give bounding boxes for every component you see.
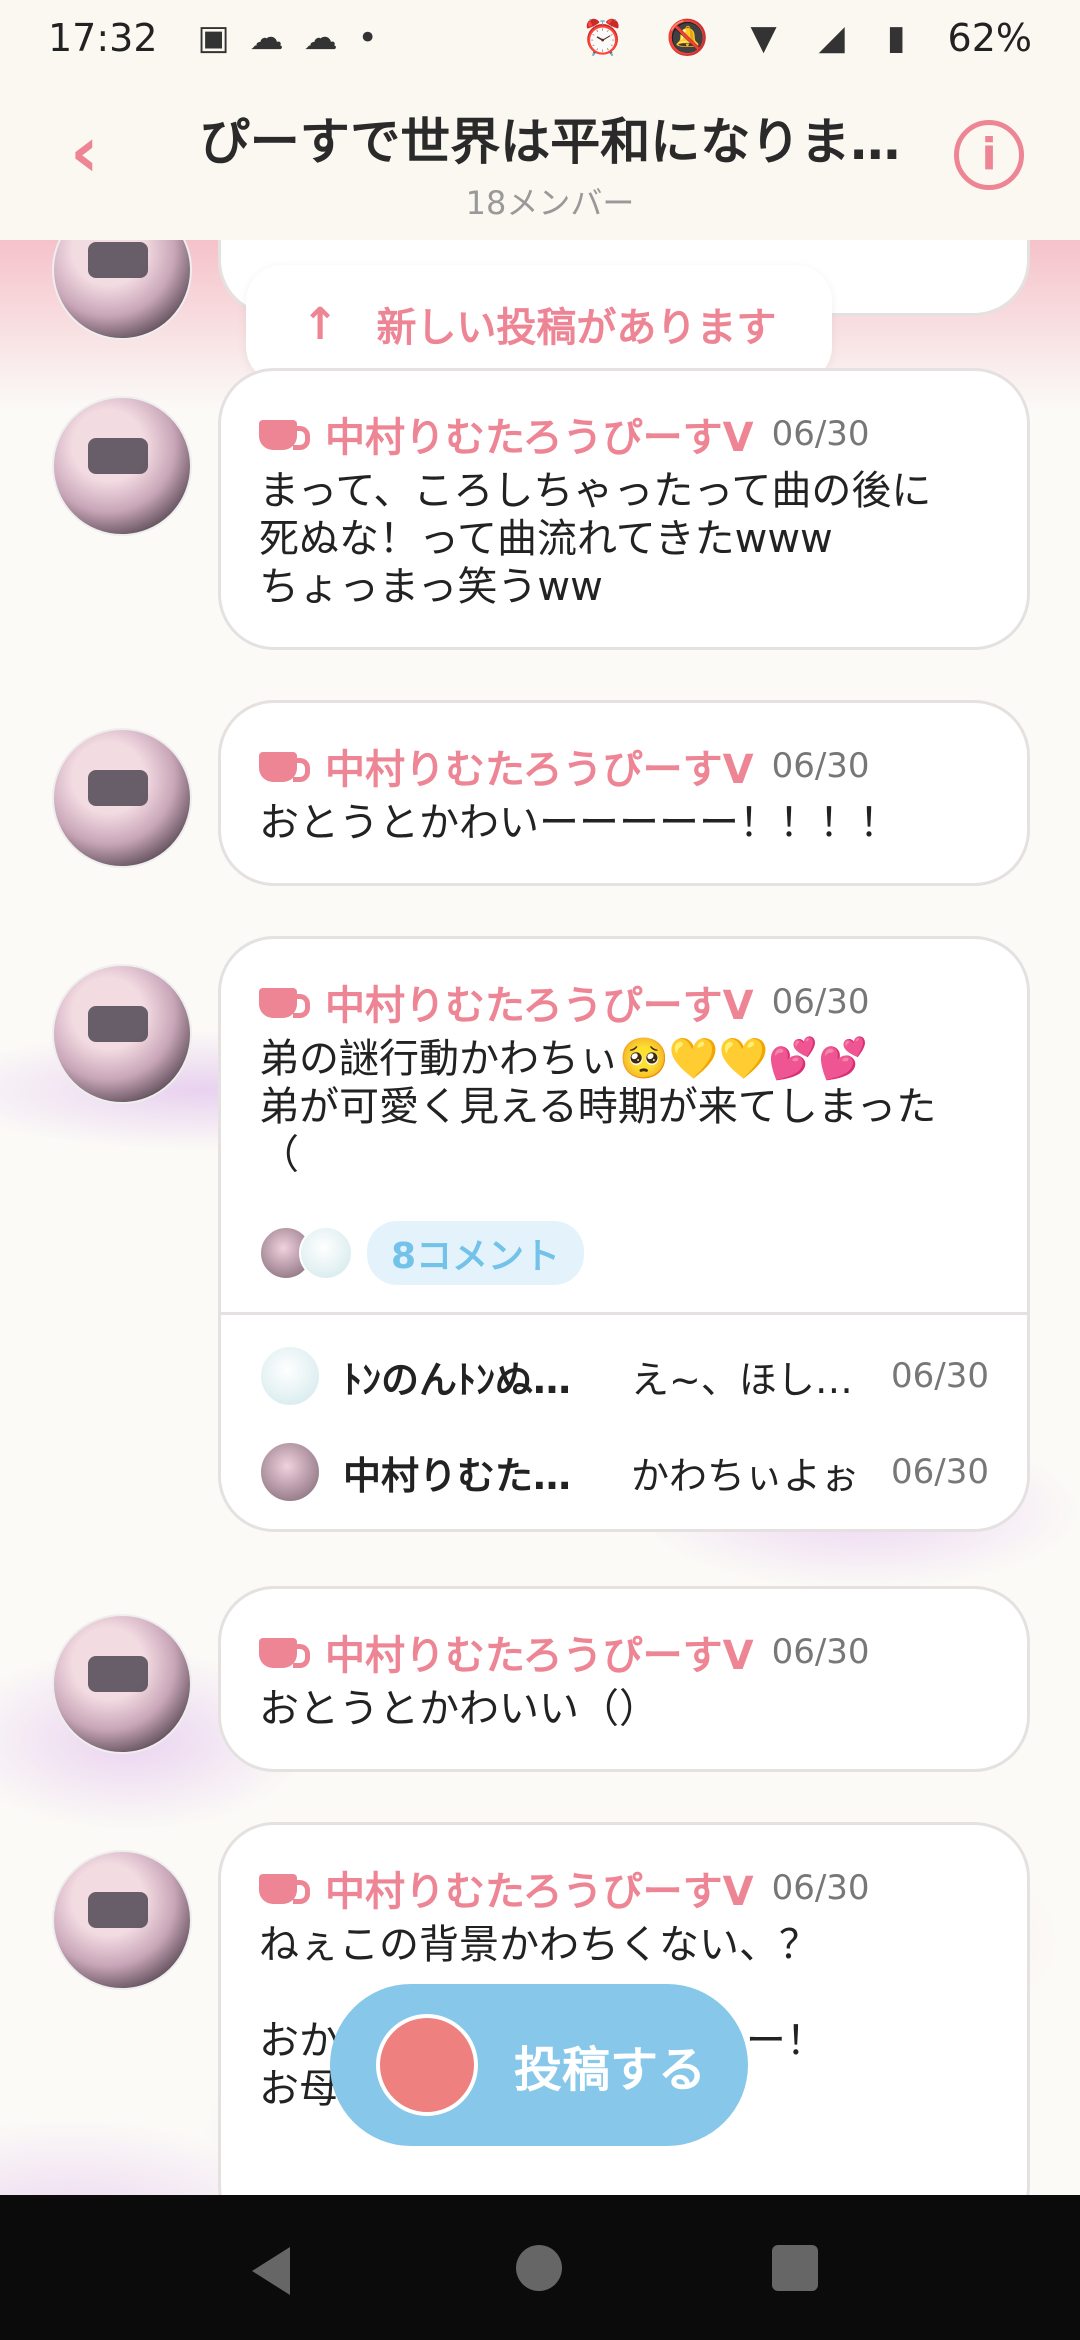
post-date: 06/30 [771, 982, 870, 1022]
post-header: 中村りむたろうぴーすV 06/30 [259, 1623, 870, 1681]
avatar[interactable] [52, 964, 192, 1104]
post-date: 06/30 [771, 746, 870, 786]
post-bubble[interactable]: 中村りむたろうぴーすV 06/30 弟の謎行動かわちぃ🥺💛💛💕💕 弟が可愛く見え… [218, 936, 1030, 1532]
post-bubble[interactable]: 中村りむたろうぴーすV 06/30 おとうとかわいい（） [218, 1586, 1030, 1772]
avatar[interactable] [52, 1614, 192, 1754]
record-circle-icon [376, 2014, 478, 2116]
battery-icon: ▮ [886, 18, 906, 58]
cloud-sun-icon: ☁ [249, 18, 284, 58]
avatar[interactable] [52, 396, 192, 536]
wifi-icon: ▼ [750, 18, 777, 58]
comment-summary[interactable]: 8コメント [259, 1221, 585, 1285]
avatar[interactable] [52, 728, 192, 868]
header-title-area[interactable]: ぴーすで世界は平和になりま… 18メンバー [180, 102, 920, 224]
post-header: 中村りむたろうぴーすV 06/30 [259, 737, 870, 795]
post-text: 弟の謎行動かわちぃ🥺💛💛💕💕 弟が可愛く見える時期が来てしまった （ [259, 1036, 937, 1178]
comment-author: ﾄﾝのんﾄﾝぬ… [343, 1357, 572, 1402]
post-author: 中村りむたろうぴーすV [325, 747, 754, 793]
coffee-cup-icon [259, 746, 311, 786]
comment-text: え~、ほし… [631, 1357, 853, 1402]
post-date: 06/30 [771, 1868, 870, 1908]
bell-off-icon: 🔕 [666, 18, 709, 58]
comment-count-badge[interactable]: 8コメント [367, 1221, 585, 1285]
post-bubble[interactable]: 中村りむたろうぴーすV 06/30 まって、ころしちゃったって曲の後に 死ぬな！… [218, 368, 1030, 650]
post-bubble[interactable]: 中村りむたろうぴーすV 06/30 おとうとかわいーーーーー！！！！ [218, 700, 1030, 886]
dot-icon: • [357, 18, 378, 58]
comment-preview-section[interactable]: ﾄﾝのんﾄﾝぬ… え~、ほし… 06/30 中村りむた… かわちぃよぉ 06/3… [221, 1312, 1027, 1529]
post-author: 中村りむたろうぴーすV [325, 415, 754, 461]
comment-text: かわちぃよぉ [631, 1453, 860, 1498]
cloud-sun-icon: ☁ [303, 18, 338, 58]
post-author: 中村りむたろうぴーすV [325, 983, 754, 1029]
nav-recents-icon[interactable] [772, 2245, 818, 2291]
coffee-cup-icon [259, 1868, 311, 1908]
group-title: ぴーすで世界は平和になりま… [199, 113, 901, 171]
alarm-icon: ⏰ [581, 18, 625, 58]
coffee-cup-icon [259, 414, 311, 454]
status-bar: 17:32 ▣ ☁ ☁ • ⏰ 🔕 ▼ ◢ ▮ 62% [0, 0, 1080, 76]
commenter-avatar [299, 1226, 353, 1280]
nav-home-icon[interactable] [516, 2245, 562, 2291]
post-text: まって、ころしちゃったって曲の後に 死ぬな！って曲流れてきたwww ちょっまっ笑… [259, 468, 932, 610]
post-date: 06/30 [771, 414, 870, 454]
new-posts-button[interactable]: ↑ 新しい投稿があります [246, 265, 832, 383]
post-header: 中村りむたろうぴーすV 06/30 [259, 1859, 870, 1917]
comment-row[interactable]: ﾄﾝのんﾄﾝぬ… え~、ほし… 06/30 [259, 1341, 989, 1411]
commenter-avatar [259, 1345, 321, 1407]
comment-author: 中村りむた… [343, 1453, 572, 1498]
new-posts-label: 新しい投稿があります [376, 305, 777, 351]
app-icon: ▣ [197, 18, 230, 58]
avatar[interactable] [52, 1850, 192, 1990]
coffee-cup-icon [259, 1632, 311, 1672]
comment-date: 06/30 [891, 1452, 989, 1492]
commenter-avatar [259, 1441, 321, 1503]
info-icon[interactable]: i [954, 120, 1024, 190]
system-nav-bar [0, 2195, 1080, 2340]
arrow-up-icon: ↑ [301, 298, 339, 350]
create-post-label: 投稿する [514, 2042, 707, 2098]
coffee-cup-icon [259, 982, 311, 1022]
post-header: 中村りむたろうぴーすV 06/30 [259, 405, 870, 463]
post-header: 中村りむたろうぴーすV 06/30 [259, 973, 870, 1031]
post-text: おとうとかわいーーーーー！！！！ [259, 800, 899, 846]
signal-icon: ◢ [818, 18, 845, 58]
member-count: 18メンバー [465, 184, 635, 222]
battery-percent: 62% [947, 16, 1032, 60]
nav-back-icon[interactable] [252, 2247, 290, 2295]
comment-date: 06/30 [891, 1356, 989, 1396]
post-feed[interactable]: ↑ 新しい投稿があります 中村りむたろうぴーすV 06/30 まって、ころしちゃ… [0, 240, 1080, 2195]
status-time: 17:32 [48, 16, 158, 60]
post-text: おとうとかわいい（） [259, 1686, 659, 1732]
comment-row[interactable]: 中村りむた… かわちぃよぉ 06/30 [259, 1437, 989, 1507]
create-post-button[interactable]: 投稿する [330, 1984, 748, 2146]
post-author: 中村りむたろうぴーすV [325, 1869, 754, 1915]
post-author: 中村りむたろうぴーすV [325, 1633, 754, 1679]
post-date: 06/30 [771, 1632, 870, 1672]
chat-header: ‹ ぴーすで世界は平和になりま… 18メンバー i [0, 76, 1080, 240]
back-chevron-icon[interactable]: ‹ [70, 117, 126, 187]
